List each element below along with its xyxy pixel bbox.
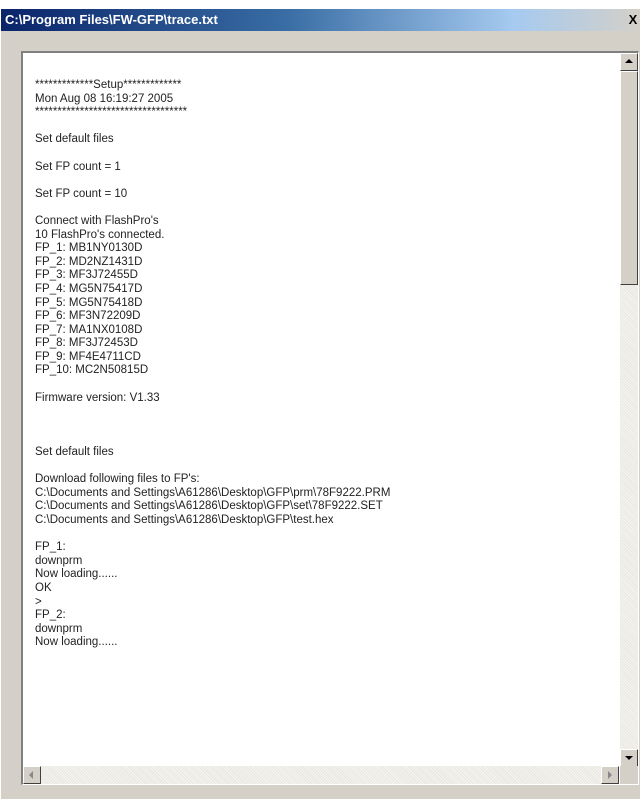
trace-line: C:\Documents and Settings\A61286\Desktop… bbox=[35, 486, 391, 499]
trace-line: FP_2: bbox=[35, 609, 66, 622]
trace-line: Set FP count = 10 bbox=[35, 187, 128, 200]
trace-line: FP_3: MF3J72455D bbox=[35, 269, 138, 282]
trace-window: C:\Program Files\FW-GFP\trace.txt X ****… bbox=[0, 8, 640, 799]
trace-line: Now loading...... bbox=[35, 568, 118, 581]
trace-line: FP_6: MF3N72209D bbox=[35, 310, 141, 323]
vertical-scroll-thumb[interactable] bbox=[620, 71, 638, 285]
trace-line: C:\Documents and Settings\A61286\Desktop… bbox=[35, 514, 334, 526]
trace-line: FP_10: MC2N50815D bbox=[35, 364, 149, 377]
trace-line: FP_4: MG5N75417D bbox=[35, 282, 143, 295]
close-icon[interactable]: X bbox=[625, 12, 640, 28]
window-title: C:\Program Files\FW-GFP\trace.txt bbox=[5, 12, 218, 27]
trace-line: Mon Aug 08 16:19:27 2005 bbox=[35, 92, 174, 105]
scroll-down-button[interactable] bbox=[620, 749, 638, 767]
trace-line bbox=[35, 419, 605, 433]
scroll-corner bbox=[620, 766, 638, 784]
scroll-right-button[interactable] bbox=[601, 766, 619, 784]
trace-line: Download following files to FP's: bbox=[35, 473, 200, 486]
vertical-scrollbar[interactable] bbox=[620, 53, 638, 767]
trace-line: *************Setup************* bbox=[35, 79, 182, 91]
trace-line: downprm bbox=[35, 622, 83, 635]
trace-line: Connect with FlashPro's bbox=[35, 214, 159, 227]
trace-line: FP_9: MF4E4711CD bbox=[35, 350, 141, 363]
trace-line: FP_7: MA1NX0108D bbox=[35, 323, 143, 336]
trace-line: FP_8: MF3J72453D bbox=[35, 337, 138, 350]
trace-line: Firmware version: V1.33 bbox=[35, 391, 160, 404]
horizontal-scrollbar[interactable] bbox=[23, 766, 619, 784]
arrow-up-icon bbox=[625, 59, 633, 63]
arrow-right-icon bbox=[608, 771, 612, 779]
trace-line: Set FP count = 1 bbox=[35, 160, 121, 173]
arrow-left-icon bbox=[29, 771, 33, 779]
trace-line: > bbox=[35, 595, 42, 608]
trace-text-area[interactable]: *************Setup************* Mon Aug 0… bbox=[21, 51, 639, 785]
trace-line: downprm bbox=[35, 554, 83, 567]
title-bar[interactable]: C:\Program Files\FW-GFP\trace.txt X bbox=[1, 9, 640, 31]
trace-line: FP_1: MB1NY0130D bbox=[35, 242, 143, 255]
scroll-up-button[interactable] bbox=[620, 53, 638, 71]
trace-line: C:\Documents and Settings\A61286\Desktop… bbox=[35, 500, 383, 513]
scroll-left-button[interactable] bbox=[23, 766, 41, 784]
trace-line: Set default files bbox=[35, 446, 114, 459]
trace-line: FP_1: bbox=[35, 541, 66, 554]
trace-content: *************Setup************* Mon Aug 0… bbox=[35, 79, 605, 650]
trace-line: ********************************** bbox=[35, 106, 188, 119]
trace-line: 10 FlashPro's connected. bbox=[35, 228, 165, 241]
arrow-down-icon bbox=[625, 756, 633, 760]
trace-line: FP_5: MG5N75418D bbox=[35, 296, 143, 309]
trace-line: FP_2: MD2NZ1431D bbox=[35, 255, 143, 268]
trace-line: OK bbox=[35, 581, 52, 594]
trace-line: Set default files bbox=[35, 133, 114, 146]
trace-line: Now loading...... bbox=[35, 636, 118, 649]
